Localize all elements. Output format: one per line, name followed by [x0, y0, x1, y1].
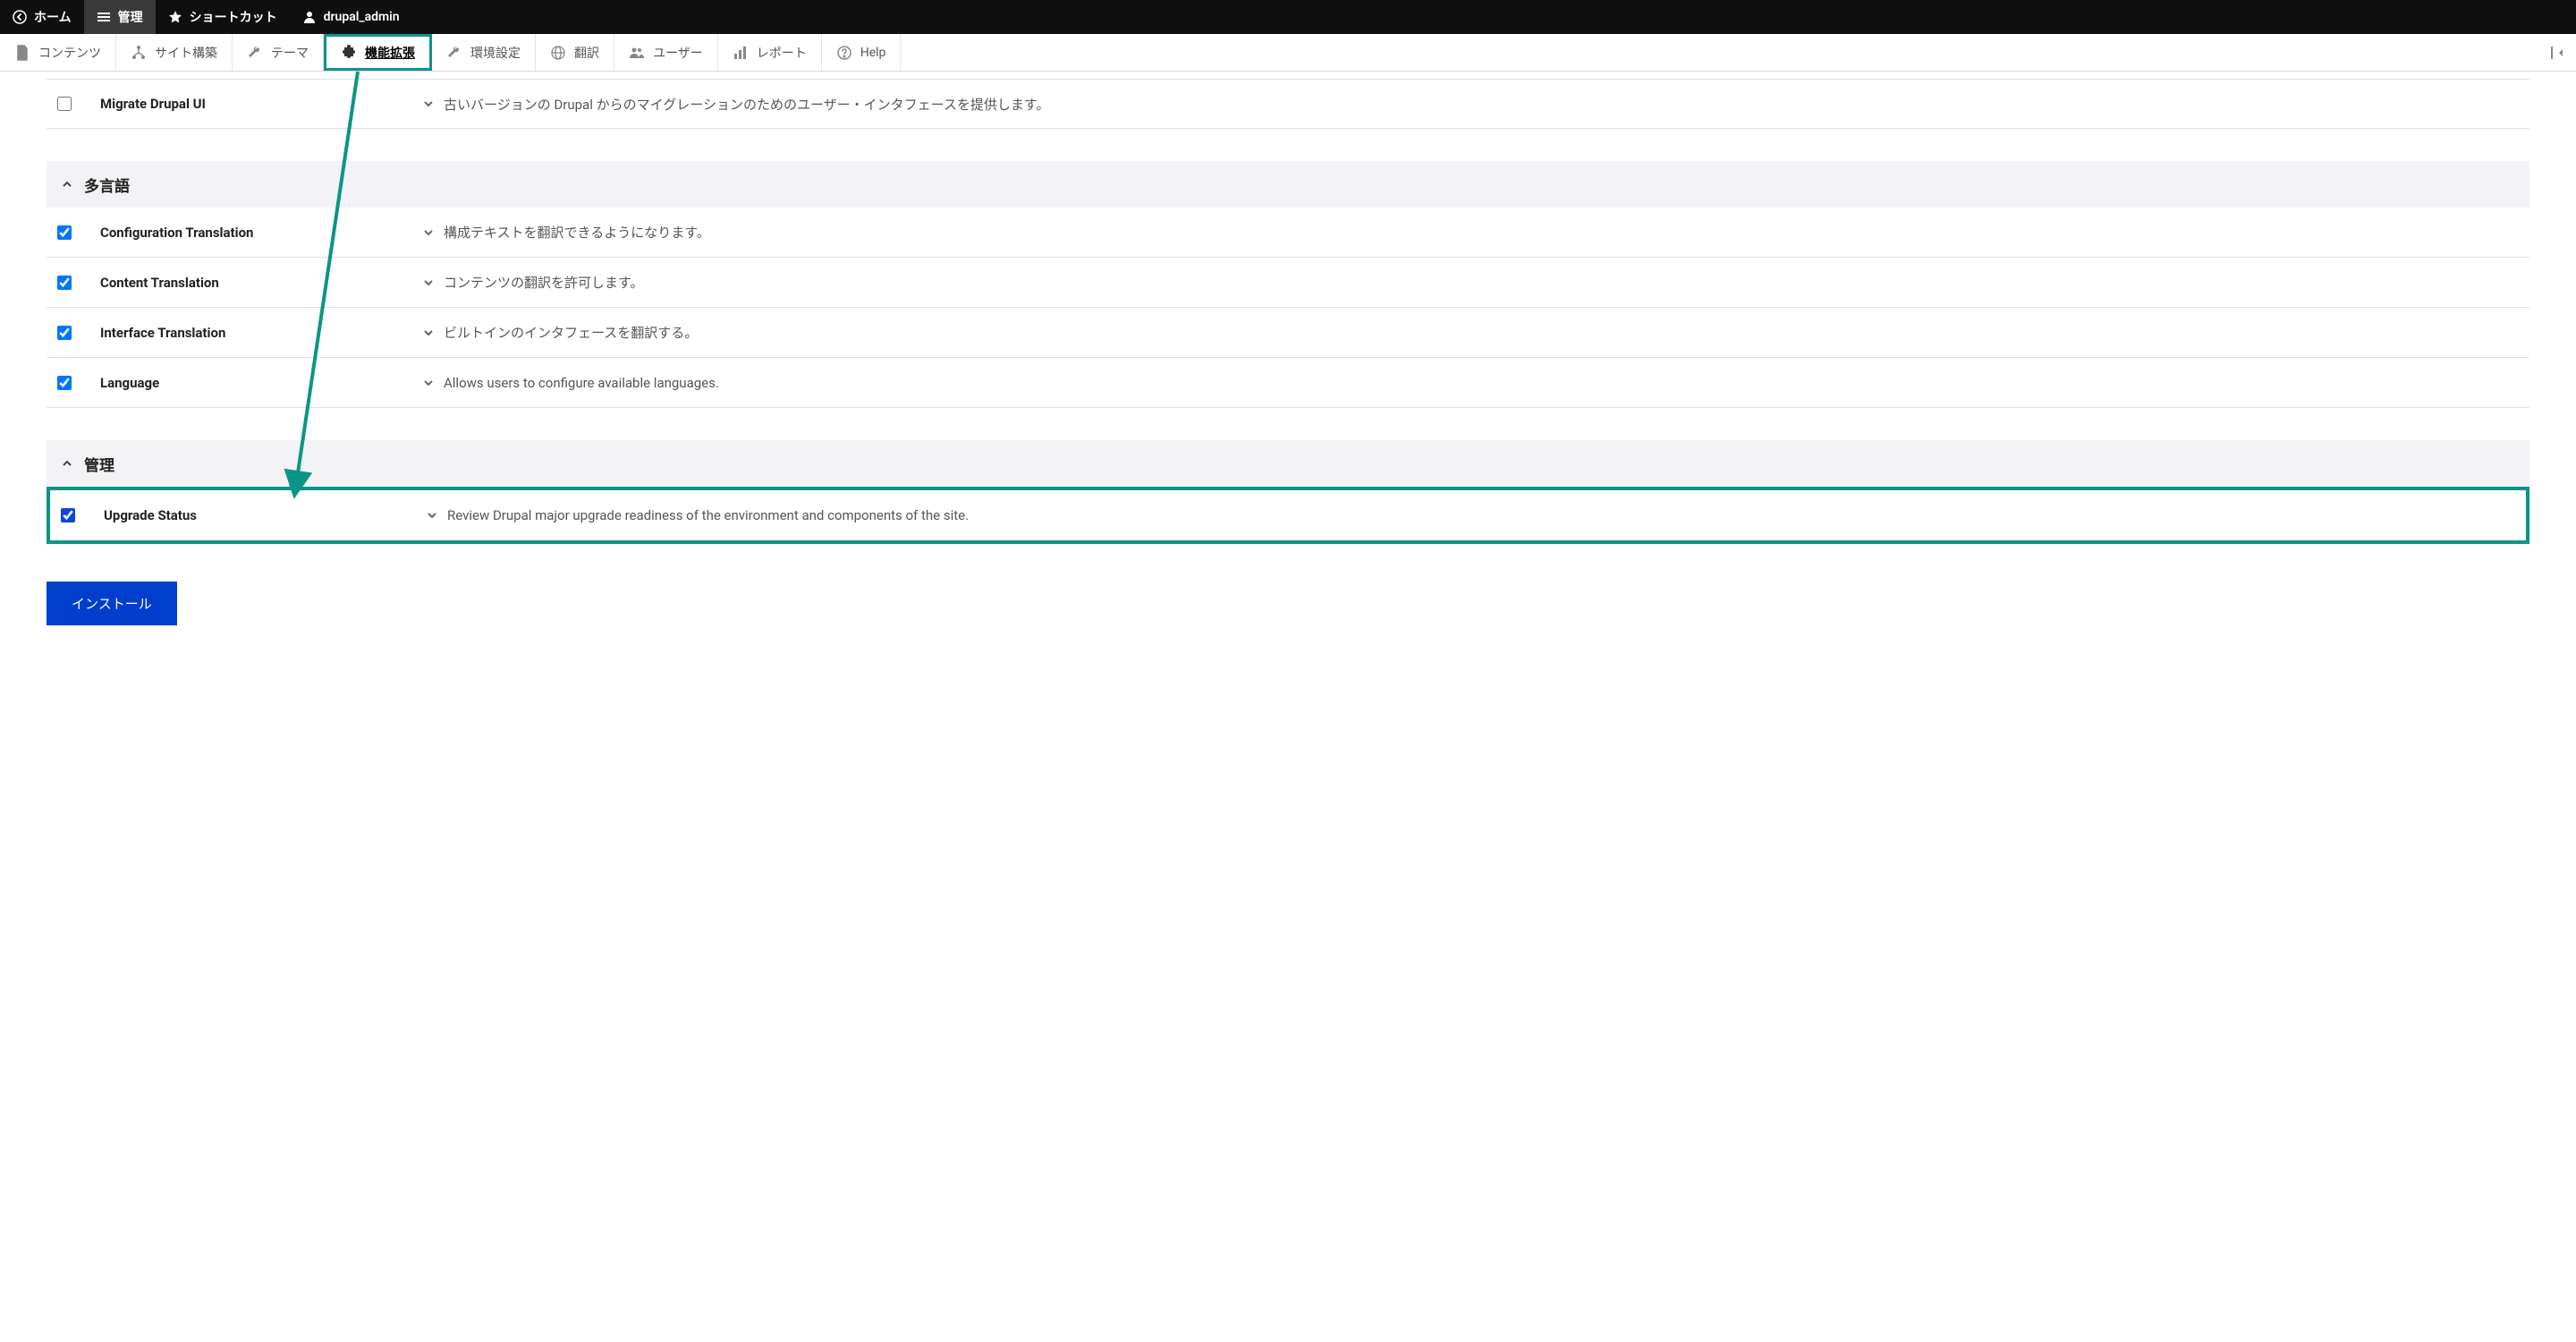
module-desc-cell[interactable]: Allows users to configure available lang… — [422, 375, 719, 391]
module-desc-text: コンテンツの翻訳を許可します。 — [444, 273, 644, 292]
module-checkbox-cell — [47, 376, 100, 390]
menu-collapse[interactable] — [2538, 34, 2576, 71]
toolbar-shortcuts[interactable]: ショートカット — [156, 0, 290, 34]
module-row-content-translation: Content Translation コンテンツの翻訳を許可します。 — [47, 258, 2529, 308]
menu-translation-label: 翻訳 — [574, 44, 599, 62]
chevron-down-icon — [422, 98, 435, 110]
module-row-migrate-ui: Migrate Drupal UI 古いバージョンの Drupal からのマイグ… — [47, 79, 2529, 129]
checkbox-migrate-ui[interactable] — [57, 97, 72, 111]
module-name: Language — [100, 375, 422, 391]
chart-icon — [733, 45, 749, 61]
globe-icon — [550, 45, 566, 61]
section-header-admin[interactable]: 管理 — [47, 440, 2529, 487]
toolbar-user-label: drupal_admin — [324, 10, 400, 24]
module-checkbox-cell — [47, 326, 100, 340]
chevron-down-icon — [422, 327, 435, 339]
people-icon — [629, 45, 645, 61]
module-name: Configuration Translation — [100, 225, 422, 241]
menu-people[interactable]: ユーザー — [614, 34, 718, 71]
module-name: Content Translation — [100, 275, 422, 291]
module-desc-text: Allows users to configure available lang… — [444, 375, 719, 391]
toolbar-home[interactable]: ホーム — [0, 0, 84, 34]
wrench-icon — [247, 45, 263, 61]
user-icon — [302, 10, 317, 24]
highlighted-upgrade-status: Upgrade Status Review Drupal major upgra… — [47, 487, 2529, 544]
module-desc-cell[interactable]: Review Drupal major upgrade readiness of… — [426, 507, 969, 523]
module-desc-text: 構成テキストを翻訳できるようになります。 — [444, 223, 710, 242]
menu-configuration-label: 環境設定 — [470, 44, 521, 62]
module-desc-cell[interactable]: 古いバージョンの Drupal からのマイグレーションのためのユーザー・インタフ… — [422, 95, 1049, 114]
section-header-multilingual[interactable]: 多言語 — [47, 161, 2529, 208]
menu-structure[interactable]: サイト構築 — [116, 34, 233, 71]
module-desc-text: ビルトインのインタフェースを翻訳する。 — [444, 323, 698, 342]
module-desc-cell[interactable]: ビルトインのインタフェースを翻訳する。 — [422, 323, 698, 342]
back-icon — [13, 10, 27, 24]
toolbar-manage-label: 管理 — [118, 8, 143, 26]
module-row-interface-translation: Interface Translation ビルトインのインタフェースを翻訳する… — [47, 308, 2529, 358]
toolbar-shortcuts-label: ショートカット — [190, 8, 277, 26]
chevron-up-icon — [61, 457, 73, 470]
menu-appearance-label: テーマ — [271, 44, 309, 62]
module-desc-cell[interactable]: コンテンツの翻訳を許可します。 — [422, 273, 644, 292]
menu-reports-label: レポート — [757, 44, 807, 62]
hamburger-icon — [97, 10, 111, 24]
chevron-down-icon — [422, 226, 435, 239]
wrench2-icon — [446, 45, 462, 61]
checkbox-config-translation[interactable] — [57, 225, 72, 240]
module-checkbox-cell — [47, 276, 100, 290]
menu-help[interactable]: Help — [822, 34, 902, 71]
chevron-down-icon — [422, 276, 435, 289]
module-desc-cell[interactable]: 構成テキストを翻訳できるようになります。 — [422, 223, 710, 242]
chevron-up-icon — [61, 178, 73, 191]
toolbar-manage[interactable]: 管理 — [84, 0, 156, 34]
module-checkbox-cell — [50, 508, 104, 522]
module-checkbox-cell — [47, 97, 100, 111]
puzzle-icon — [341, 45, 357, 61]
checkbox-upgrade-status[interactable] — [61, 508, 75, 522]
menu-help-label: Help — [860, 46, 886, 60]
toolbar-user[interactable]: drupal_admin — [290, 0, 412, 34]
menu-content-label: コンテンツ — [38, 44, 101, 62]
top-toolbar: ホーム 管理 ショートカット drupal_admin — [0, 0, 2576, 34]
checkbox-content-translation[interactable] — [57, 276, 72, 290]
menu-extend[interactable]: 機能拡張 — [324, 34, 432, 71]
section-title: 多言語 — [84, 174, 130, 196]
file-icon — [14, 45, 30, 61]
menu-reports[interactable]: レポート — [718, 34, 822, 71]
module-row-upgrade-status: Upgrade Status Review Drupal major upgra… — [50, 490, 2526, 540]
menu-content[interactable]: コンテンツ — [0, 34, 116, 71]
chevron-down-icon — [426, 509, 438, 522]
checkbox-interface-translation[interactable] — [57, 326, 72, 340]
module-row-language: Language Allows users to configure avail… — [47, 358, 2529, 408]
collapse-icon — [2549, 45, 2565, 61]
help-icon — [836, 45, 852, 61]
module-desc-text: Review Drupal major upgrade readiness of… — [447, 507, 969, 523]
module-name: Upgrade Status — [104, 507, 426, 523]
admin-menu: コンテンツ サイト構築 テーマ 機能拡張 環境設定 翻訳 ユーザー — [0, 34, 2576, 72]
menu-translation[interactable]: 翻訳 — [536, 34, 614, 71]
main-content: Migrate Drupal UI 古いバージョンの Drupal からのマイグ… — [0, 79, 2576, 661]
checkbox-language[interactable] — [57, 376, 72, 390]
module-name: Migrate Drupal UI — [100, 96, 422, 112]
install-button[interactable]: インストール — [47, 582, 177, 625]
module-name: Interface Translation — [100, 325, 422, 341]
module-desc-text: 古いバージョンの Drupal からのマイグレーションのためのユーザー・インタフ… — [444, 95, 1049, 114]
chevron-down-icon — [422, 377, 435, 389]
star-icon — [168, 10, 182, 24]
menu-people-label: ユーザー — [653, 44, 703, 62]
menu-appearance[interactable]: テーマ — [233, 34, 324, 71]
module-row-config-translation: Configuration Translation 構成テキストを翻訳できるよう… — [47, 208, 2529, 258]
menu-structure-label: サイト構築 — [155, 44, 217, 62]
hierarchy-icon — [131, 45, 147, 61]
menu-configuration[interactable]: 環境設定 — [432, 34, 536, 71]
module-checkbox-cell — [47, 225, 100, 240]
section-title: 管理 — [84, 453, 114, 475]
menu-extend-label: 機能拡張 — [365, 44, 415, 62]
toolbar-home-label: ホーム — [34, 8, 72, 26]
